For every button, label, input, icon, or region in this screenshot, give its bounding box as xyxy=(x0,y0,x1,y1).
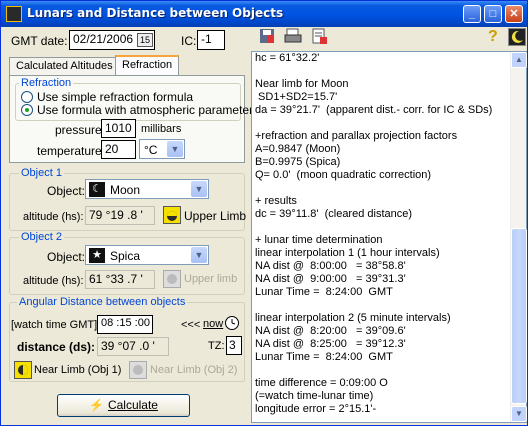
tab-refraction[interactable]: Refraction xyxy=(115,55,180,77)
object1-altitude-value: 79 °19 .8 ' xyxy=(85,206,155,225)
object2-limb-label: Upper limb xyxy=(184,273,238,285)
calculate-button[interactable]: ⚡ Calculate xyxy=(57,394,190,417)
object1-value: Moon xyxy=(110,183,141,197)
minimize-button[interactable]: _ xyxy=(463,5,481,23)
temperature-label: temperature: xyxy=(37,144,106,158)
near-limb-obj1-label: Near Limb (Obj 1) xyxy=(34,364,122,376)
help-icon[interactable]: ? xyxy=(488,28,498,46)
object2-altitude-value: 61 °33 .7 ' xyxy=(85,270,155,289)
now-arrows: <<< xyxy=(181,319,201,331)
object2-label: Object: xyxy=(47,250,86,264)
moon-app-icon xyxy=(6,6,22,22)
clock-icon[interactable] xyxy=(225,316,239,330)
upper-limb-disabled-icon xyxy=(163,270,181,288)
atmospheric-refraction-label: Use formula with atmospheric parameters xyxy=(37,103,260,117)
object2-value: Spica xyxy=(110,249,141,263)
simple-refraction-label: Use simple refraction formula xyxy=(37,90,194,104)
near-limb-obj2-label: Near Limb (Obj 2) xyxy=(150,364,238,376)
tz-label: TZ: xyxy=(208,340,225,352)
save-icon[interactable] xyxy=(258,27,276,47)
app-window: Lunars and Distance between Objects _ □ … xyxy=(0,0,528,426)
watch-time-input[interactable]: 08 :15 :00 xyxy=(97,315,153,334)
angular-distance-title: Angular Distance between objects xyxy=(17,296,188,308)
distance-value: 39 °07 .0 ' xyxy=(97,337,169,356)
calculate-label: Calculate xyxy=(107,398,158,412)
maximize-button[interactable]: □ xyxy=(484,5,502,23)
gmt-date-value: 02/21/2006 xyxy=(73,32,134,46)
results-scrollbar[interactable]: ▲ ▼ xyxy=(510,52,527,422)
ic-input[interactable]: -1 xyxy=(197,30,225,50)
results-panel[interactable]: hc = 61°32.2' Near limb for Moon SD1+SD2… xyxy=(251,51,527,423)
simple-refraction-radio[interactable] xyxy=(21,91,33,103)
tz-input[interactable]: 3 xyxy=(226,336,242,355)
title-bar[interactable]: Lunars and Distance between Objects _ □ … xyxy=(1,1,527,27)
tab-calculated-altitudes[interactable]: Calculated Altitudes xyxy=(9,57,120,75)
pressure-label: pressure: xyxy=(55,123,106,137)
temperature-unit-select[interactable]: °C ▼ xyxy=(139,139,185,159)
object1-title: Object 1 xyxy=(19,167,64,179)
object1-limb-label: Upper Limb xyxy=(184,209,247,223)
scroll-thumb[interactable] xyxy=(511,228,527,404)
upper-limb-toggle-icon[interactable] xyxy=(163,206,181,224)
star-icon: ★ xyxy=(89,248,105,263)
atmospheric-refraction-radio[interactable] xyxy=(21,104,33,116)
watch-time-label: [watch time GMT]: xyxy=(11,319,101,331)
pressure-input[interactable]: 1010 xyxy=(101,119,136,138)
distance-label: distance (ds): xyxy=(17,340,96,354)
gmt-date-label: GMT date: xyxy=(11,34,68,48)
print-icon[interactable] xyxy=(284,27,302,47)
refraction-title: Refraction xyxy=(19,77,74,89)
pressure-unit: millibars xyxy=(141,123,182,135)
results-text[interactable]: hc = 61°32.2' Near limb for Moon SD1+SD2… xyxy=(255,52,510,422)
window-title: Lunars and Distance between Objects xyxy=(27,6,284,20)
scroll-down-icon[interactable]: ▼ xyxy=(511,406,527,422)
chevron-down-icon[interactable]: ▼ xyxy=(191,247,207,263)
chevron-down-icon[interactable]: ▼ xyxy=(167,141,183,157)
temperature-unit-value: °C xyxy=(144,143,158,157)
temperature-input[interactable]: 20 xyxy=(101,140,136,159)
scroll-up-icon[interactable]: ▲ xyxy=(511,52,527,68)
close-button[interactable]: ✕ xyxy=(505,5,523,23)
now-link[interactable]: now xyxy=(203,318,223,330)
calculate-icon: ⚡ xyxy=(89,398,104,412)
object1-altitude-label: altitude (hs): xyxy=(23,211,84,223)
ic-label: IC: xyxy=(181,34,197,48)
chevron-down-icon[interactable]: ▼ xyxy=(191,181,207,197)
near-limb-obj2-icon xyxy=(129,361,147,379)
moon-icon: ☾ xyxy=(89,182,105,197)
object2-title: Object 2 xyxy=(19,231,64,243)
near-limb-obj1-icon[interactable] xyxy=(14,361,32,379)
object2-select[interactable]: ★ Spica ▼ xyxy=(85,245,209,265)
object1-select[interactable]: ☾ Moon ▼ xyxy=(85,179,209,199)
object2-altitude-label: altitude (hs): xyxy=(23,275,84,287)
calendar-icon[interactable]: 15 xyxy=(137,33,153,47)
export-icon[interactable] xyxy=(310,27,328,47)
object1-label: Object: xyxy=(47,184,86,198)
moon-tool-icon[interactable] xyxy=(508,28,526,46)
